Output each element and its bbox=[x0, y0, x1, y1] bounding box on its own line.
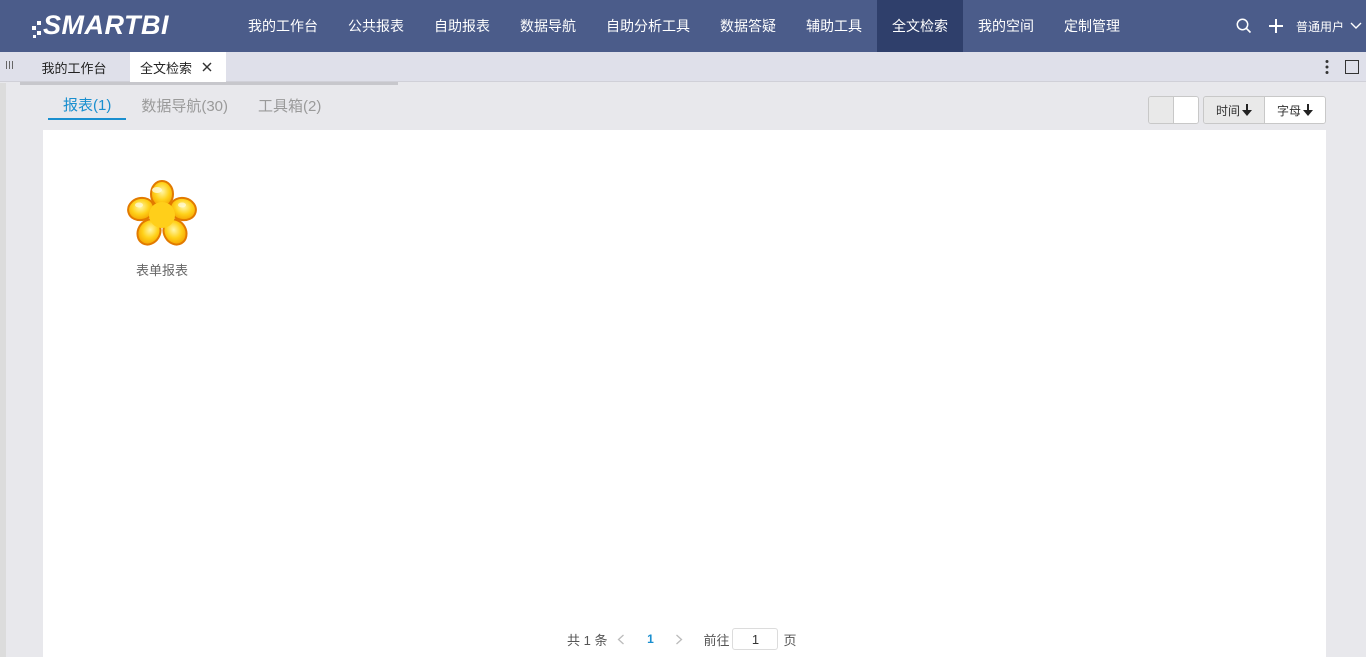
menu-item-my-space[interactable]: 我的空间 bbox=[963, 0, 1049, 52]
tab-label: 我的工作台 bbox=[41, 60, 107, 76]
goto-page-input[interactable] bbox=[732, 628, 779, 650]
sort-time-label: 时间 bbox=[1215, 103, 1240, 118]
menu-item-workbench[interactable]: 我的工作台 bbox=[233, 0, 333, 52]
menu-item-data-qa[interactable]: 数据答疑 bbox=[705, 0, 791, 52]
arrow-down-icon bbox=[1303, 104, 1313, 116]
tab-label: 全文检索 bbox=[140, 60, 193, 76]
prev-page-button[interactable] bbox=[607, 634, 635, 645]
logo-text: SMARTBI bbox=[43, 9, 170, 40]
sort-buttons: 时间 字母 bbox=[1203, 96, 1326, 124]
nav-right-tools: 普通用户 bbox=[1228, 0, 1366, 52]
left-sidebar-edge[interactable] bbox=[0, 83, 6, 657]
grid-view-button[interactable] bbox=[1149, 97, 1174, 123]
menu-item-aux-tools[interactable]: 辅助工具 bbox=[791, 0, 877, 52]
tab-scroll-indicator bbox=[20, 82, 398, 85]
view-mode-toggle bbox=[1148, 96, 1199, 124]
maximize-icon[interactable] bbox=[1345, 60, 1359, 74]
subtab-reports[interactable]: 报表(1) bbox=[48, 90, 127, 120]
arrow-down-icon bbox=[1242, 104, 1252, 116]
menu-item-public-reports[interactable]: 公共报表 bbox=[333, 0, 419, 52]
results-panel: 表单报表 bbox=[43, 130, 1326, 657]
next-page-button[interactable] bbox=[665, 634, 693, 645]
result-category-tabs: 报表(1) 数据导航(30) 工具箱(2) bbox=[48, 90, 336, 120]
plus-icon[interactable] bbox=[1260, 0, 1292, 52]
subtab-data-navigation[interactable]: 数据导航(30) bbox=[126, 90, 243, 120]
pagination: 共 1 条 1 前往 页 bbox=[567, 628, 797, 650]
page-number[interactable]: 1 bbox=[635, 632, 665, 646]
subtab-toolbox[interactable]: 工具箱(2) bbox=[243, 90, 336, 120]
result-item-label: 表单报表 bbox=[135, 263, 188, 278]
sort-by-letter-button[interactable]: 字母 bbox=[1265, 97, 1325, 123]
sort-letter-label: 字母 bbox=[1276, 103, 1301, 118]
tab-fulltext-search[interactable]: 全文检索 bbox=[130, 52, 226, 82]
tab-strip: 我的工作台 全文检索 bbox=[0, 52, 1366, 82]
menu-item-fulltext-search[interactable]: 全文检索 bbox=[877, 0, 963, 52]
search-icon[interactable] bbox=[1228, 0, 1260, 52]
goto-label: 前往 bbox=[703, 632, 730, 648]
total-count: 共 1 条 bbox=[567, 632, 608, 648]
flower-report-icon bbox=[127, 180, 197, 246]
user-name: 普通用户 bbox=[1295, 19, 1344, 34]
sort-by-time-button[interactable]: 时间 bbox=[1204, 97, 1265, 123]
menu-item-self-reports[interactable]: 自助报表 bbox=[419, 0, 505, 52]
list-view-button[interactable] bbox=[1173, 97, 1198, 123]
tab-workbench[interactable]: 我的工作台 bbox=[20, 52, 128, 82]
main-menu: 我的工作台 公共报表 自助报表 数据导航 自助分析工具 数据答疑 辅助工具 全文… bbox=[233, 0, 1135, 52]
menu-item-self-analysis-tools[interactable]: 自助分析工具 bbox=[591, 0, 705, 52]
menu-item-data-navigation[interactable]: 数据导航 bbox=[505, 0, 591, 52]
smartbi-logo[interactable]: SMARTBI bbox=[32, 8, 169, 42]
chevron-left-icon bbox=[617, 634, 625, 644]
logo-dots-icon bbox=[32, 15, 42, 38]
sidebar-toggle-icon[interactable] bbox=[6, 61, 14, 71]
chevron-down-icon bbox=[1350, 22, 1362, 29]
user-menu[interactable]: 普通用户 bbox=[1296, 18, 1366, 35]
chevron-right-icon bbox=[676, 634, 683, 644]
page-suffix: 页 bbox=[783, 632, 797, 648]
close-icon[interactable] bbox=[202, 62, 212, 72]
menu-item-custom-management[interactable]: 定制管理 bbox=[1049, 0, 1135, 52]
more-vertical-icon[interactable] bbox=[1321, 59, 1333, 75]
result-item-form-report[interactable]: 表单报表 bbox=[127, 178, 197, 279]
top-nav-bar: SMARTBI 我的工作台 公共报表 自助报表 数据导航 自助分析工具 数据答疑… bbox=[0, 0, 1366, 52]
